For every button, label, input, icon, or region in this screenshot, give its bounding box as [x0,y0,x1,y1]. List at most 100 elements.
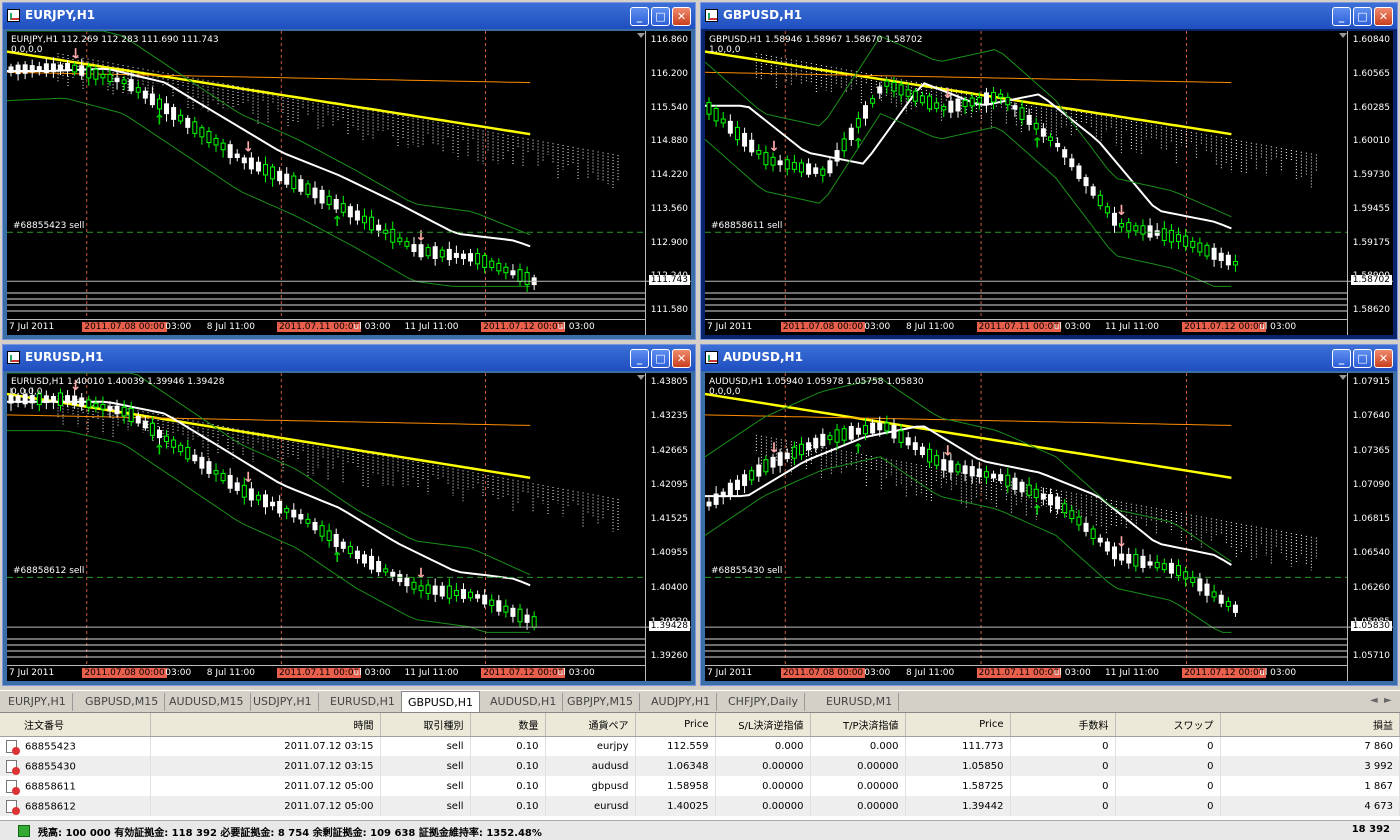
ma-white-line [7,400,531,587]
chart-tab[interactable]: EURUSD,M1 [820,693,900,711]
candle [770,156,776,166]
price-axis[interactable]: 1.43805 1.43235 1.42665 1.42095 1.41525 1.409… [645,373,691,681]
table-cell: 0.00000 [715,776,811,796]
sell-arrow-icon: ↓ [1116,535,1128,551]
chart-canvas[interactable]: ↓ ↑ ↓ ↑ ↓ GBPUSD,H1 1.58946 1.58967 1.58670 1… [705,31,1393,335]
window-titlebar[interactable]: EURUSD,H1 _ □ ✕ [3,345,695,371]
window-title: EURUSD,H1 [25,350,104,364]
time-tick-label: 2011.07.12 00:00 [481,322,566,332]
chart-window-eurusd[interactable]: EURUSD,H1 _ □ ✕ ↓ ↑ ↓ ↑ ↓ EURUSD,H1 1.40010 1.4… [2,344,696,686]
table-row[interactable]: 68858612 2011.07.12 05:00 sell 0.10 eurusd 1.… [0,796,1400,816]
price-tick-label: 116.860 [650,35,688,45]
chart-tab[interactable]: EURJPY,H1 [2,693,73,711]
candle [976,97,982,104]
chart-canvas[interactable]: ↓ ↑ ↓ ↑ ↓ AUDUSD,H1 1.05940 1.05978 1.05758 1… [705,373,1393,681]
candle [1211,247,1217,260]
candle [912,442,918,450]
chart-window-gbpusd[interactable]: GBPUSD,H1 _ □ ✕ ↓ ↑ ↓ ↑ ↓ GBPUSD,H1 1.58946 1.5… [700,2,1398,340]
table-row[interactable]: 68858611 2011.07.12 05:00 sell 0.10 gbpusd 1.… [0,776,1400,796]
candle [86,399,92,408]
chart-tab[interactable]: GBPJPY,M15 [561,693,641,711]
candle [277,170,283,182]
candle [312,187,318,199]
candle [411,581,417,590]
table-cell: eurusd [545,796,636,816]
column-header[interactable]: 取引種別 [380,713,471,737]
time-tick-label: 2011.07.12 00:00 [481,668,566,678]
minimize-button[interactable]: _ [1332,7,1351,26]
chart-tab[interactable]: GBPUSD,H1 [401,691,480,713]
chart-tab[interactable]: USDJPY,H1 [247,693,319,711]
window-titlebar[interactable]: EURJPY,H1 _ □ ✕ [3,3,695,29]
maximize-button[interactable]: □ [651,349,670,368]
table-cell: 2011.07.12 05:00 [150,796,381,816]
table-cell: 7 860 [1220,736,1400,756]
chart-tab[interactable]: EURUSD,H1 [324,693,402,711]
candle [1026,114,1032,125]
chart-canvas[interactable]: ↓ ↑ ↓ ↑ ↓ EURJPY,H1 112.269 112.283 111.690 1… [7,31,691,335]
table-cell: gbpusd [545,776,636,796]
candle [1069,510,1075,520]
candle [284,508,290,513]
maximize-button[interactable]: □ [651,7,670,26]
maximize-button[interactable]: □ [1353,349,1372,368]
price-axis[interactable]: 116.860 116.200 115.540 114.880 114.220 113.5… [645,31,691,335]
column-header[interactable]: Price [635,713,716,737]
table-row[interactable]: 68855423 2011.07.12 03:15 sell 0.10 eurjpy 11… [0,736,1400,756]
close-button[interactable]: ✕ [672,349,691,368]
candle [1204,583,1210,596]
candle [820,168,826,176]
time-axis[interactable]: 7 Jul 2011 2011.07.08 00:00 03:00 8 Jul 11:… [705,665,1347,681]
tab-scroll-right-icon[interactable]: ► [1384,695,1392,706]
candle [255,494,261,501]
minimize-button[interactable]: _ [1332,349,1351,368]
candle [976,468,982,478]
chart-canvas[interactable]: ↓ ↑ ↓ ↑ ↓ EURUSD,H1 1.40010 1.40039 1.39946 1… [7,373,691,681]
column-header[interactable]: 手数料 [1010,713,1116,737]
column-header[interactable]: 通貨ペア [545,713,636,737]
table-cell: 3 992 [1220,756,1400,776]
candle [1062,503,1068,514]
column-header[interactable]: 時間 [150,713,381,737]
close-button[interactable]: ✕ [1374,7,1393,26]
price-tick-label: 1.59730 [1352,170,1390,180]
table-row[interactable]: 68855430 2011.07.12 03:15 sell 0.10 audusd 1.… [0,756,1400,776]
column-header[interactable]: S/L決済逆指値 [715,713,811,737]
column-header[interactable]: スワップ [1115,713,1221,737]
chart-tab[interactable]: CHFJPY,Daily [722,693,805,711]
time-tick-label: 11 Jul 11:00 [404,322,459,332]
window-titlebar[interactable]: GBPUSD,H1 _ □ ✕ [701,3,1397,29]
maximize-button[interactable]: □ [1353,7,1372,26]
column-header[interactable]: 損益 [1220,713,1400,737]
ma-orange-line [7,71,531,84]
close-button[interactable]: ✕ [672,7,691,26]
chart-icon [705,351,718,364]
column-header[interactable]: 注文番号 [0,713,151,737]
window-titlebar[interactable]: AUDUSD,H1 _ □ ✕ [701,345,1397,371]
column-header[interactable]: T/P決済指値 [810,713,906,737]
chart-window-audusd[interactable]: AUDUSD,H1 _ □ ✕ ↓ ↑ ↓ ↑ ↓ AUDUSD,H1 1.05940 1.0… [700,344,1398,686]
time-axis[interactable]: 7 Jul 2011 2011.07.08 00:00 03:00 8 Jul 11:… [7,319,645,335]
price-axis[interactable]: 1.07915 1.07640 1.07365 1.07090 1.06815 1.065… [1347,373,1393,681]
candle [983,92,989,106]
chart-window-eurjpy[interactable]: EURJPY,H1 _ □ ✕ ↓ ↑ ↓ ↑ ↓ EURJPY,H1 112.269 112… [2,2,696,340]
time-axis[interactable]: 7 Jul 2011 2011.07.08 00:00 03:00 8 Jul 11:… [705,319,1347,335]
candle [727,482,733,497]
close-button[interactable]: ✕ [1374,349,1393,368]
candle [383,568,389,573]
candle [962,99,968,108]
tab-scroll-left-icon[interactable]: ◄ [1370,695,1378,706]
minimize-button[interactable]: _ [630,7,649,26]
chart-tab[interactable]: GBPUSD,M15 [79,693,166,711]
candle [482,255,488,268]
chart-tab[interactable]: AUDUSD,M15 [163,693,251,711]
price-axis[interactable]: 1.60840 1.60565 1.60285 1.60010 1.59730 1.594… [1347,31,1393,335]
price-tick-label: 113.560 [650,203,688,214]
candle [432,246,438,259]
chart-tab[interactable]: AUDUSD,H1 [484,693,564,711]
column-header[interactable]: 数量 [470,713,546,737]
time-axis[interactable]: 7 Jul 2011 2011.07.08 00:00 03:00 8 Jul 11:… [7,665,645,681]
minimize-button[interactable]: _ [630,349,649,368]
column-header[interactable]: Price [905,713,1011,737]
chart-tab[interactable]: AUDJPY,H1 [645,693,718,711]
